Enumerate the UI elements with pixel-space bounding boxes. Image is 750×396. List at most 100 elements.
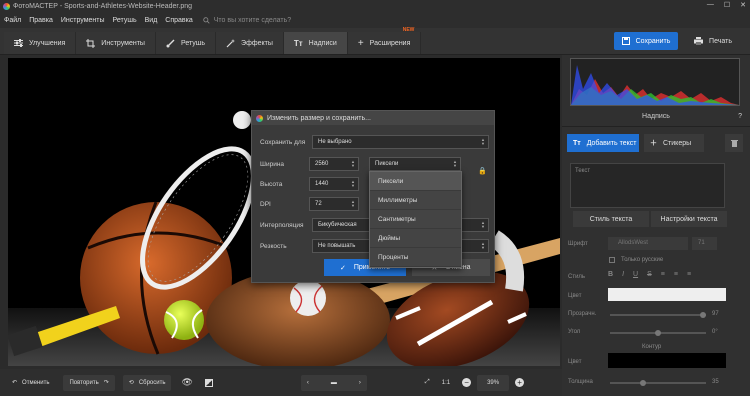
- zoom-out-button[interactable]: −: [456, 375, 477, 391]
- height-label: Высота: [260, 181, 283, 188]
- tab-text[interactable]: Tт Надписи: [283, 32, 348, 54]
- text-style-button[interactable]: Стиль текста: [573, 211, 649, 227]
- fit-screen-button[interactable]: ⤢: [419, 375, 436, 391]
- zoom-in-button[interactable]: +: [509, 375, 530, 391]
- plus-icon: +: [357, 37, 364, 49]
- align-left-icon[interactable]: ≡: [661, 271, 665, 278]
- underline-icon[interactable]: U: [633, 271, 638, 278]
- search-box[interactable]: Что вы хотите сделать?: [203, 17, 291, 24]
- tab-retouch[interactable]: Ретушь: [155, 32, 217, 54]
- tab-label: Расширения: [369, 39, 411, 47]
- menu-item-view[interactable]: Вид: [141, 17, 162, 24]
- text-settings-button[interactable]: Настройки текста: [651, 211, 727, 227]
- unit-option-percent[interactable]: Проценты: [370, 248, 461, 267]
- width-input[interactable]: 2560 ▲ ▼: [309, 157, 359, 171]
- russian-only-checkbox[interactable]: Только русские: [609, 257, 663, 263]
- minus-circle-icon: −: [462, 378, 472, 387]
- undo-button[interactable]: ↶ Отменить: [6, 375, 55, 391]
- folder-icon[interactable]: ▬: [331, 380, 337, 386]
- opacity-slider[interactable]: [610, 312, 706, 318]
- width-row: Ширина 2560 ▲ ▼ Пиксели ▲ ▼: [252, 157, 496, 171]
- align-center-icon[interactable]: ≡: [674, 271, 678, 278]
- menu-item-tools[interactable]: Инструменты: [57, 17, 109, 24]
- panel-title: Надпись ?: [562, 113, 750, 127]
- dialog-title: Изменить размер и сохранить...: [267, 114, 371, 122]
- slider-knob[interactable]: [700, 312, 706, 318]
- menu-item-help[interactable]: Справка: [161, 17, 196, 24]
- font-select[interactable]: AllodsWest: [608, 237, 688, 250]
- next-arrow-icon[interactable]: ›: [359, 380, 361, 386]
- unit-select[interactable]: Пиксели ▲ ▼: [369, 157, 461, 171]
- outline-color-label: Цвет: [568, 359, 582, 365]
- unit-option-pixels[interactable]: Пиксели: [370, 172, 461, 191]
- italic-icon[interactable]: I: [622, 271, 624, 278]
- slider-knob[interactable]: [655, 330, 661, 336]
- dpi-label: DPI: [260, 201, 271, 208]
- slider-knob[interactable]: [640, 380, 646, 386]
- text-color-swatch[interactable]: [608, 288, 726, 301]
- unit-option-millimeters[interactable]: Миллиметры: [370, 191, 461, 210]
- reset-button[interactable]: ⟲ Сбросить: [122, 374, 172, 391]
- save-button[interactable]: Сохранить: [614, 32, 678, 50]
- updown-arrow-icon: ▲ ▼: [481, 241, 485, 250]
- print-button[interactable]: Печать: [683, 32, 743, 50]
- redo-arrow-icon: ↷: [103, 380, 109, 386]
- angle-slider[interactable]: [610, 330, 706, 336]
- spinner-arrows-icon[interactable]: ▲ ▼: [351, 180, 355, 188]
- preview-eye-button[interactable]: 👁: [175, 375, 198, 391]
- bold-icon[interactable]: B: [608, 271, 613, 278]
- tab-enhancements[interactable]: Улучшения: [4, 32, 77, 54]
- redo-button[interactable]: Повторить ↷: [63, 374, 115, 391]
- align-right-icon[interactable]: ≡: [687, 271, 691, 278]
- plus-icon: ＋: [650, 140, 657, 147]
- tab-effects[interactable]: Эффекты: [216, 32, 284, 54]
- spinner-arrows-icon[interactable]: ▲ ▼: [351, 160, 355, 168]
- menu-item-file[interactable]: Файл: [0, 17, 25, 24]
- strikethrough-icon[interactable]: S: [647, 271, 652, 278]
- zoom-input[interactable]: 39%: [477, 374, 510, 391]
- sharpness-label: Резкость: [260, 243, 287, 250]
- spinner-arrows-icon[interactable]: ▲ ▼: [351, 200, 355, 208]
- new-badge: NEW: [402, 27, 415, 33]
- reset-label: Сбросить: [138, 379, 166, 386]
- font-label: Шрифт: [568, 241, 588, 247]
- outline-color-swatch[interactable]: [608, 353, 726, 368]
- save-for-select[interactable]: Не выбрано ▲ ▼: [312, 135, 489, 149]
- height-input[interactable]: 1440 ▲ ▼: [309, 177, 359, 191]
- unit-option-centimeters[interactable]: Сантиметры: [370, 210, 461, 229]
- minimize-icon[interactable]: —: [707, 1, 714, 9]
- thickness-slider[interactable]: [610, 380, 706, 386]
- title-bar: ФотоМАСТЕР - Sports-and-Athletes-Website…: [0, 0, 750, 12]
- lock-icon[interactable]: 🔒: [478, 167, 487, 175]
- style-row-label: Стиль: [568, 274, 586, 280]
- text-input-area[interactable]: Текст: [570, 163, 725, 208]
- right-panel: Надпись ? Tт Добавить текст ＋ Стикеры Те…: [562, 55, 750, 396]
- menu-item-retouch[interactable]: Ретушь: [109, 17, 141, 24]
- ratio-label: 1:1: [441, 379, 451, 386]
- unit-option-inches[interactable]: Дюймы: [370, 229, 461, 248]
- reset-icon: ⟲: [128, 380, 134, 386]
- delete-button[interactable]: [725, 134, 743, 152]
- text-style-label: Стиль текста: [589, 215, 633, 223]
- dpi-input[interactable]: 72 ▲ ▼: [309, 197, 359, 211]
- tab-extensions[interactable]: + Расширения NEW: [347, 27, 422, 54]
- previous-arrow-icon[interactable]: ‹: [307, 380, 309, 386]
- tab-tools[interactable]: Инструменты: [76, 32, 156, 54]
- help-icon[interactable]: ?: [738, 113, 742, 120]
- font-size-input[interactable]: 71: [692, 237, 717, 250]
- dpi-value: 72: [315, 201, 322, 207]
- maximize-icon[interactable]: ☐: [724, 1, 730, 9]
- compare-button[interactable]: [199, 375, 219, 391]
- compare-icon: [204, 378, 213, 387]
- close-icon[interactable]: ✕: [740, 1, 746, 9]
- angle-value: 0°: [712, 329, 718, 335]
- actual-size-button[interactable]: 1:1: [436, 375, 456, 391]
- sliders-icon: [14, 39, 23, 47]
- add-text-button[interactable]: Tт Добавить текст: [567, 134, 639, 152]
- color-label: Цвет: [568, 293, 582, 299]
- text-placeholder: Текст: [575, 168, 591, 174]
- stickers-button[interactable]: ＋ Стикеры: [644, 134, 704, 152]
- menu-item-edit[interactable]: Правка: [25, 17, 57, 24]
- app-name: ФотоМАСТЕР: [13, 2, 58, 10]
- width-label: Ширина: [260, 161, 285, 168]
